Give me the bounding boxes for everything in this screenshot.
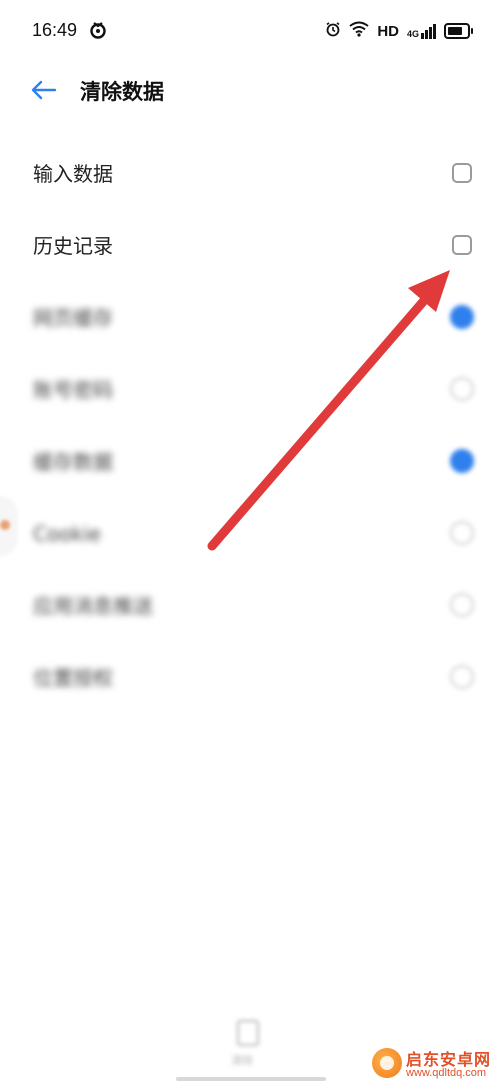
option-label: 缓存数据: [33, 450, 113, 474]
alarm-icon: [325, 21, 341, 41]
back-button[interactable]: [28, 76, 60, 108]
option-checkbox[interactable]: [450, 665, 474, 689]
option-label: 网页缓存: [33, 306, 113, 330]
option-label: 历史记录: [33, 234, 113, 258]
clear-data-options-list: 输入数据 历史记录 网页缓存 账号密码 缓存数据 Cookie 应用消息推送 位…: [0, 138, 500, 714]
status-bar: 16:49 HD 4G: [0, 0, 500, 62]
option-label: 账号密码: [33, 378, 113, 402]
option-passwords[interactable]: 账号密码: [0, 354, 500, 426]
home-indicator[interactable]: [176, 1077, 326, 1081]
option-checkbox[interactable]: [450, 521, 474, 545]
option-input-data[interactable]: 输入数据: [0, 138, 500, 210]
option-checkbox[interactable]: [450, 449, 474, 473]
wifi-icon: [349, 21, 369, 41]
option-label: 位置授权: [33, 666, 113, 690]
arrow-left-icon: [31, 80, 57, 104]
option-app-push[interactable]: 应用消息推送: [0, 570, 500, 642]
option-cookie[interactable]: Cookie: [0, 498, 500, 570]
option-location[interactable]: 位置授权: [0, 642, 500, 714]
option-cache-data[interactable]: 缓存数据: [0, 426, 500, 498]
watermark: 启东安卓网 www.qdltdq.com: [372, 1044, 500, 1084]
option-label: 应用消息推送: [33, 594, 153, 618]
network-type: 4G: [406, 29, 419, 39]
floating-assistant-bubble[interactable]: [0, 496, 18, 556]
status-time: 16:49: [32, 20, 78, 40]
option-checkbox[interactable]: [452, 163, 472, 183]
page-title: 清除数据: [80, 80, 164, 104]
watermark-logo-icon: [372, 1048, 402, 1078]
hd-indicator: HD: [377, 22, 399, 40]
option-label: 输入数据: [33, 162, 113, 186]
bottom-action-label: 清除: [231, 1054, 253, 1067]
option-web-cache[interactable]: 网页缓存: [0, 282, 500, 354]
app-header: 清除数据: [0, 62, 500, 122]
option-checkbox[interactable]: [450, 593, 474, 617]
option-checkbox[interactable]: [452, 235, 472, 255]
option-label: Cookie: [33, 522, 101, 546]
option-checkbox[interactable]: [450, 377, 474, 401]
option-checkbox[interactable]: [450, 305, 474, 329]
battery-icon: [444, 23, 473, 39]
option-history[interactable]: 历史记录: [0, 210, 500, 282]
watermark-url: www.qdltdq.com: [406, 1067, 487, 1079]
app-notification-icon: [88, 20, 108, 40]
trash-icon[interactable]: [237, 1020, 259, 1046]
status-icons: HD 4G: [325, 18, 473, 44]
signal-icon: 4G: [407, 23, 436, 39]
